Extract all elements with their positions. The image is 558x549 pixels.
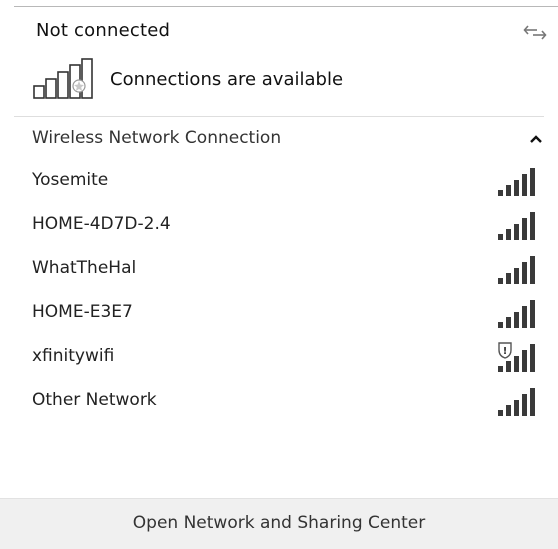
wifi-signal-icon bbox=[498, 300, 535, 328]
network-flyout: Not connected Connections are available … bbox=[0, 0, 558, 549]
wireless-section-header[interactable]: Wireless Network Connection bbox=[0, 122, 558, 158]
network-name: HOME-E3E7 bbox=[32, 302, 133, 322]
wifi-signal-icon bbox=[498, 168, 535, 196]
network-item-home-4d7d[interactable]: HOME-4D7D-2.4 bbox=[14, 206, 550, 246]
svg-text:!: ! bbox=[503, 346, 508, 357]
network-name: HOME-4D7D-2.4 bbox=[32, 214, 171, 234]
network-name: WhatTheHal bbox=[32, 258, 137, 278]
network-name: Other Network bbox=[32, 390, 157, 410]
network-item-xfinitywifi[interactable]: xfinitywifi ! bbox=[14, 338, 550, 378]
wifi-signal-icon bbox=[498, 212, 535, 240]
wifi-signal-open-shield-icon: ! bbox=[498, 342, 535, 372]
refresh-arrows-icon[interactable] bbox=[522, 22, 548, 42]
chevron-up-icon[interactable] bbox=[528, 132, 544, 146]
flyout-footer: Open Network and Sharing Center bbox=[0, 498, 558, 549]
network-item-yosemite[interactable]: Yosemite bbox=[14, 162, 550, 202]
open-network-sharing-center-link[interactable]: Open Network and Sharing Center bbox=[0, 513, 558, 533]
connection-status-title: Not connected bbox=[36, 20, 171, 41]
network-item-home-e3e7[interactable]: HOME-E3E7 bbox=[14, 294, 550, 334]
section-label: Wireless Network Connection bbox=[32, 128, 282, 148]
network-name: xfinitywifi bbox=[32, 346, 115, 366]
signal-bars-star-icon bbox=[33, 58, 93, 99]
network-name: Yosemite bbox=[32, 170, 109, 190]
availability-row: Connections are available bbox=[32, 58, 343, 100]
network-item-other-network[interactable]: Other Network bbox=[14, 382, 550, 422]
wifi-signal-icon bbox=[498, 256, 535, 284]
section-divider bbox=[14, 116, 544, 117]
top-border bbox=[14, 6, 558, 7]
network-item-whatthehal[interactable]: WhatTheHal bbox=[14, 250, 550, 290]
wifi-signal-icon bbox=[498, 388, 535, 416]
availability-text: Connections are available bbox=[110, 68, 344, 90]
